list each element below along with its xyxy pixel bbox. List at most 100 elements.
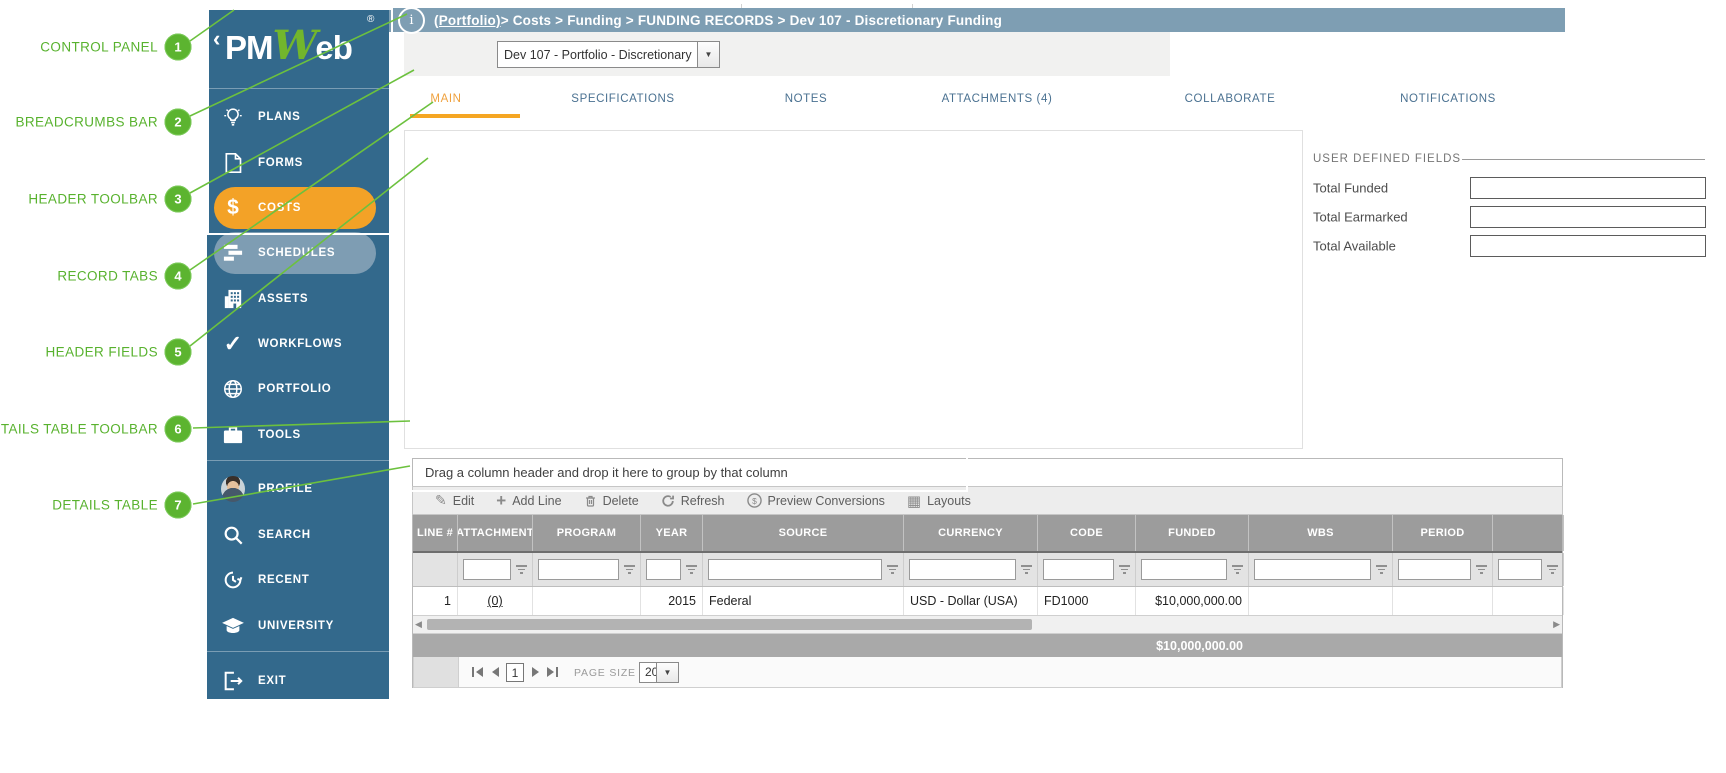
sidebar-item-forms[interactable]: FORMS <box>207 142 389 184</box>
sidebar-item-costs[interactable]: $COSTS <box>214 187 376 229</box>
total-funded-input[interactable] <box>1470 177 1706 199</box>
header-cell-code[interactable]: CODE <box>1038 515 1136 551</box>
filter-cell <box>413 553 458 586</box>
filter-funnel-icon[interactable] <box>515 564 528 576</box>
horizontal-scrollbar[interactable]: ◀ ▶ <box>413 616 1562 634</box>
current-page-box[interactable]: 1 <box>506 663 524 682</box>
group-by-hint: Drag a column header and drop it here to… <box>425 459 788 486</box>
table-row[interactable]: 1(0)2015FederalUSD - Dollar (USA)FD1000$… <box>413 587 1562 616</box>
header-cell-year[interactable]: YEAR <box>641 515 703 551</box>
sidebar-item-exit[interactable]: EXIT <box>207 660 389 702</box>
tab-specifications[interactable]: SPECIFICATIONS <box>571 80 674 118</box>
scroll-right-icon[interactable]: ▶ <box>1553 619 1560 630</box>
filter-input[interactable] <box>909 559 1016 580</box>
filter-input[interactable] <box>463 559 511 580</box>
filter-input[interactable] <box>708 559 882 580</box>
sidebar-item-plans[interactable]: PLANS <box>207 96 389 138</box>
record-selector-dropdown[interactable]: Dev 107 - Portfolio - Discretionary Fu ▼ <box>497 41 720 68</box>
edit-button[interactable]: ✎Edit <box>435 493 474 509</box>
pmweb-logo[interactable]: ‹ PMWeb ® <box>207 8 389 86</box>
filter-cell <box>1393 553 1493 586</box>
row-cell-attachment[interactable]: (0) <box>458 587 533 615</box>
header-cell-attachment[interactable]: ATTACHMENT <box>458 515 533 551</box>
header-cell-period[interactable]: PERIOD <box>1393 515 1493 551</box>
layouts-button[interactable]: ▦Layouts <box>907 492 971 510</box>
tab-attachments-4[interactable]: ATTACHMENTS (4) <box>942 80 1053 118</box>
breadcrumb-portfolio-link[interactable]: (Portfolio) <box>434 13 501 28</box>
filter-input[interactable] <box>1141 559 1227 580</box>
filter-funnel-icon[interactable] <box>886 564 899 576</box>
filter-cell <box>703 553 904 586</box>
preview-conversions-button[interactable]: $Preview Conversions <box>747 493 885 508</box>
cell-value: 1 <box>444 594 451 608</box>
filter-funnel-icon[interactable] <box>623 564 636 576</box>
total-available-input[interactable] <box>1470 235 1706 257</box>
sidebar-item-label: TOOLS <box>258 429 301 441</box>
first-page-icon[interactable] <box>469 663 486 681</box>
tab-notes[interactable]: NOTES <box>785 80 828 118</box>
sidebar-item-workflows[interactable]: ✓WORKFLOWS <box>207 323 389 365</box>
svg-text:$: $ <box>752 496 757 506</box>
page-size-dropdown[interactable]: 20 ▼ <box>639 662 679 683</box>
total-earmarked-input[interactable] <box>1470 206 1706 228</box>
filter-input[interactable] <box>1043 559 1114 580</box>
cell-value: FD1000 <box>1044 594 1088 608</box>
filter-input[interactable] <box>1498 559 1542 580</box>
refresh-button[interactable]: Refresh <box>661 494 725 508</box>
chevron-down-icon[interactable]: ▼ <box>697 42 719 67</box>
details-table-pager: 1 PAGE SIZE 20 ▼ <box>413 657 1562 688</box>
scroll-left-icon[interactable]: ◀ <box>415 619 422 630</box>
filter-funnel-icon[interactable] <box>1231 564 1244 576</box>
header-cell-line[interactable]: LINE # <box>413 515 458 551</box>
header-cell-currency[interactable]: CURRENCY <box>904 515 1038 551</box>
delete-button[interactable]: Delete <box>584 494 639 508</box>
filter-cell <box>533 553 641 586</box>
filter-funnel-icon[interactable] <box>1475 564 1488 576</box>
assets-icon <box>221 287 245 311</box>
filter-funnel-icon[interactable] <box>1020 564 1033 576</box>
breadcrumb-trail: > Costs > Funding > FUNDING RECORDS > De… <box>501 13 1002 28</box>
filter-funnel-icon[interactable] <box>1118 564 1131 576</box>
next-page-icon[interactable] <box>527 663 544 681</box>
last-page-icon[interactable] <box>544 663 561 681</box>
tab-notifications[interactable]: NOTIFICATIONS <box>1400 80 1496 118</box>
filter-funnel-icon[interactable] <box>1375 564 1388 576</box>
sidebar-item-schedules[interactable]: SCHEDULES <box>214 232 376 274</box>
toolbar-button-label: Add Line <box>512 494 561 508</box>
group-by-drop-zone[interactable]: Drag a column header and drop it here to… <box>412 458 1563 487</box>
tab-main[interactable]: MAIN <box>430 80 461 118</box>
sidebar-item-recent[interactable]: RECENT <box>207 559 389 601</box>
filter-input[interactable] <box>1254 559 1371 580</box>
sidebar-item-university[interactable]: UNIVERSITY <box>207 605 389 647</box>
row-cell-program <box>533 587 641 615</box>
header-fields-panel <box>404 130 1303 449</box>
header-cell-funded[interactable]: FUNDED <box>1136 515 1249 551</box>
page-size-label: PAGE SIZE <box>574 657 636 688</box>
header-cell-wbs[interactable]: WBS <box>1249 515 1393 551</box>
chevron-down-icon[interactable]: ▼ <box>656 663 678 682</box>
info-icon[interactable]: i <box>398 7 425 34</box>
details-table: LINE #ATTACHMENTPROGRAMYEARSOURCECURRENC… <box>412 515 1563 688</box>
tab-collaborate[interactable]: COLLABORATE <box>1185 80 1276 118</box>
sidebar-item-portfolio[interactable]: PORTFOLIO <box>207 368 389 410</box>
sidebar-item-search[interactable]: SEARCH <box>207 514 389 556</box>
filter-funnel-icon[interactable] <box>1546 564 1559 576</box>
filter-input[interactable] <box>538 559 619 580</box>
header-cell-source[interactable]: SOURCE <box>703 515 904 551</box>
header-cell[interactable] <box>1493 515 1564 551</box>
previous-page-icon[interactable] <box>486 663 503 681</box>
collapse-sidebar-icon[interactable]: ‹ <box>213 26 220 52</box>
sidebar-item-tools[interactable]: TOOLS <box>207 414 389 456</box>
filter-input[interactable] <box>1398 559 1471 580</box>
header-cell-program[interactable]: PROGRAM <box>533 515 641 551</box>
attachment-count-link[interactable]: (0) <box>487 594 502 608</box>
logo-eb: eb <box>315 29 352 66</box>
filter-funnel-icon[interactable] <box>685 564 698 576</box>
portfolio-icon <box>221 377 245 401</box>
add-line-button[interactable]: +Add Line <box>496 491 561 511</box>
sidebar-item-profile[interactable]: PROFILE <box>207 468 389 510</box>
preview-conversions-icon: $ <box>747 493 762 508</box>
filter-input[interactable] <box>646 559 681 580</box>
sidebar-item-assets[interactable]: ASSETS <box>207 278 389 320</box>
scrollbar-thumb[interactable] <box>427 619 1032 630</box>
